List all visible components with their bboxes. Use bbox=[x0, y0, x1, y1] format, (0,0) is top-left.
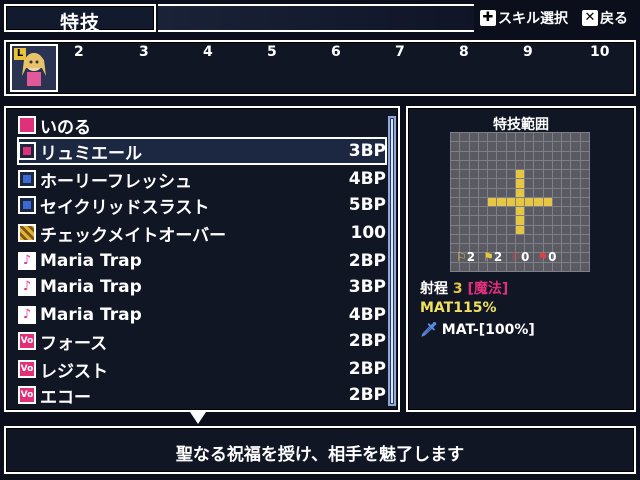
skill-item[interactable]: ♪ Maria Trap 3BP bbox=[18, 274, 386, 300]
description-box: 聖なる祝福を授け、相手を魅了します bbox=[4, 426, 636, 474]
skill-cost: 2BP bbox=[348, 359, 386, 379]
skill-item[interactable]: チェックメイトオーバー 100 bbox=[18, 220, 386, 246]
skill-item[interactable]: ♪ Maria Trap 2BP bbox=[18, 248, 386, 274]
skill-item[interactable]: Vo フォース 2BP bbox=[18, 328, 386, 354]
party-slot-8[interactable]: 8 bbox=[459, 44, 469, 60]
vo-icon: Vo bbox=[18, 360, 36, 378]
skill-range-panel: 特技範囲 ⚐2 ⚑2 ⚐0 ⚑0 射程 3 [魔法] MAT115% 🗡 MAT… bbox=[406, 106, 636, 412]
leader-tag: L bbox=[14, 48, 26, 60]
skill-name: リュミエール bbox=[40, 143, 142, 164]
party-slot-4[interactable]: 4 bbox=[203, 44, 213, 60]
skill-item[interactable]: いのる bbox=[18, 112, 386, 138]
stat-icon-1: ⚐2 bbox=[456, 250, 476, 264]
light-magic-icon bbox=[18, 142, 36, 160]
skill-cost: 100 bbox=[350, 223, 387, 243]
skill-cost: 2BP bbox=[348, 385, 386, 405]
scrollbar-thumb[interactable] bbox=[391, 119, 393, 403]
skill-item-selected[interactable]: リュミエール 3BP bbox=[17, 137, 387, 165]
skill-cost: 2BP bbox=[348, 251, 386, 271]
party-slot-3[interactable]: 3 bbox=[139, 44, 149, 60]
skill-name: いのる bbox=[40, 117, 91, 138]
skill-item[interactable]: Vo エコー 2BP bbox=[18, 382, 386, 408]
skill-select-hint[interactable]: ✚ スキル選択 bbox=[480, 8, 568, 28]
title-box: 特技 bbox=[4, 4, 156, 34]
skill-name: ホーリーフレッシュ bbox=[40, 171, 192, 192]
vo-icon: Vo bbox=[18, 386, 36, 404]
skill-cost: 5BP bbox=[348, 195, 386, 215]
music-note-plus2-icon: ♪ bbox=[18, 306, 36, 324]
light-magic-icon bbox=[18, 196, 36, 214]
pink-pray-icon bbox=[18, 116, 36, 134]
range-stats: ⚐2 ⚑2 ⚐0 ⚑0 bbox=[456, 250, 557, 264]
skill-name: フォース bbox=[40, 333, 108, 354]
light-magic-icon bbox=[18, 170, 36, 188]
vo-icon: Vo bbox=[18, 332, 36, 350]
mat-info: MAT115% bbox=[420, 300, 497, 316]
sword-down-icon: 🗡 bbox=[420, 322, 438, 338]
party-slot-7[interactable]: 7 bbox=[395, 44, 405, 60]
stat-icon-3: ⚐0 bbox=[510, 250, 530, 264]
scrollbar[interactable] bbox=[388, 116, 396, 406]
skill-name: エコー bbox=[40, 387, 91, 408]
description-text: 聖なる祝福を授け、相手を魅了します bbox=[175, 445, 465, 465]
skill-list: いのる リュミエール 3BP ホーリーフレッシュ 4BP セイクリッドスラスト … bbox=[4, 106, 400, 412]
skill-cost: 3BP bbox=[348, 277, 386, 297]
back-label: 戻る bbox=[600, 11, 628, 27]
skill-cost: 3BP bbox=[348, 141, 386, 161]
skill-name: Maria Trap bbox=[40, 277, 142, 297]
party-slot-2[interactable]: 2 bbox=[74, 44, 84, 60]
range-info: 射程 3 [魔法] bbox=[420, 281, 509, 297]
x-button-icon: ✕ bbox=[582, 10, 598, 26]
back-hint[interactable]: ✕ 戻る bbox=[582, 8, 628, 28]
skill-item[interactable]: ♪ Maria Trap 4BP bbox=[18, 302, 386, 328]
range-title: 特技範囲 bbox=[493, 117, 549, 133]
party-slot-6[interactable]: 6 bbox=[331, 44, 341, 60]
skill-name: Maria Trap bbox=[40, 251, 142, 271]
checker-icon bbox=[18, 224, 36, 242]
skill-name: チェックメイトオーバー bbox=[40, 225, 227, 246]
music-note-plus-icon: ♪ bbox=[18, 278, 36, 296]
party-slot-5[interactable]: 5 bbox=[267, 44, 277, 60]
effect-info: 🗡 MAT-[100%] bbox=[420, 322, 535, 338]
music-note-icon: ♪ bbox=[18, 252, 36, 270]
stat-icon-2: ⚑2 bbox=[483, 250, 503, 264]
party-slot-10[interactable]: 10 bbox=[590, 44, 609, 60]
header-strip bbox=[158, 4, 474, 32]
skill-cost: 4BP bbox=[348, 169, 386, 189]
skill-name: セイクリッドスラスト bbox=[40, 197, 210, 218]
scroll-down-arrow-icon[interactable] bbox=[190, 412, 206, 424]
skill-cost: 2BP bbox=[348, 331, 386, 351]
party-slot-9[interactable]: 9 bbox=[523, 44, 533, 60]
skill-select-label: スキル選択 bbox=[498, 11, 568, 27]
skill-item[interactable]: ホーリーフレッシュ 4BP bbox=[18, 166, 386, 192]
party-bar: L 2 3 4 5 6 7 8 9 10 bbox=[4, 40, 636, 96]
skill-cost: 4BP bbox=[348, 305, 386, 325]
party-slot-leader[interactable]: L bbox=[10, 44, 58, 92]
skill-name: Maria Trap bbox=[40, 305, 142, 325]
skill-name: レジスト bbox=[40, 361, 108, 382]
skill-item[interactable]: セイクリッドスラスト 5BP bbox=[18, 192, 386, 218]
stat-icon-4: ⚑0 bbox=[537, 250, 557, 264]
skill-item[interactable]: Vo レジスト 2BP bbox=[18, 356, 386, 382]
dpad-icon: ✚ bbox=[480, 10, 496, 26]
page-title: 特技 bbox=[60, 12, 101, 34]
